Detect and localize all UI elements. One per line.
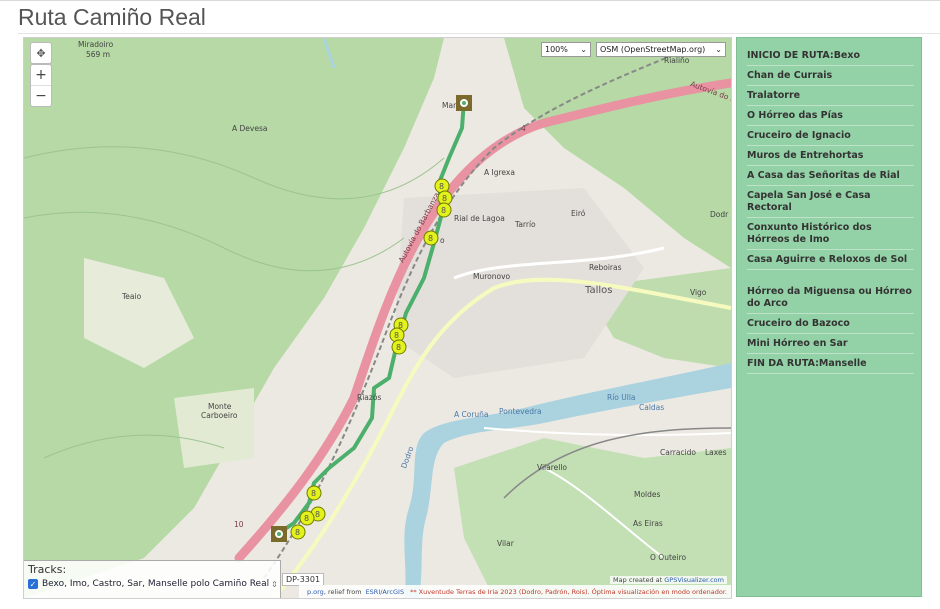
map-view[interactable]: Miradoiro 569 m A Devesa Man Rialiño A I… — [23, 37, 732, 599]
sidebar-item[interactable]: A Casa das Señoritas de Rial — [747, 170, 914, 186]
chevron-down-icon: ⌄ — [580, 45, 587, 54]
route-markers: 8 8 8 8 8 8 8 8 8 8 8 — [271, 95, 472, 542]
sidebar-item[interactable]: Tralatorre — [747, 90, 914, 106]
track-label: Bexo, Imo, Castro, Sar, Manselle polo Ca… — [42, 579, 270, 589]
esri-attribution-link[interactable]: ESRI/ArcGIS — [366, 588, 405, 596]
attribution-credit: ** Xuventude Terras de Iria 2023 (Dodro,… — [410, 587, 727, 596]
svg-text:8: 8 — [315, 510, 320, 519]
zoom-level-select[interactable]: 100% ⌄ — [541, 42, 591, 57]
attribution-text: , relief from — [323, 587, 362, 596]
svg-text:8: 8 — [295, 528, 300, 537]
page-title: Ruta Camiño Real — [18, 4, 206, 30]
pan-control-button[interactable]: ✥ — [30, 42, 52, 64]
poi-marker: 8 — [306, 485, 322, 501]
sidebar-item-end[interactable]: FIN DA RUTA:Manselle — [747, 358, 914, 374]
checkbox-checked-icon[interactable]: ✓ — [28, 579, 38, 589]
gpsvisualizer-link[interactable]: GPSVisualizer.com — [664, 576, 724, 584]
zoom-level-value: 100% — [545, 45, 568, 54]
sidebar-item[interactable]: Cruceiro de Ignacio — [747, 130, 914, 146]
map-attribution: p.org , relief from ESRI/ArcGIS ** Xuven… — [298, 585, 731, 598]
track-toggle[interactable]: ✓ Bexo, Imo, Castro, Sar, Manselle polo … — [28, 579, 278, 589]
svg-text:8: 8 — [439, 182, 444, 191]
poi-marker: 8 — [391, 339, 407, 355]
map-layer-value: OSM (OpenStreetMap.org) — [600, 45, 706, 54]
map-credit-prefix: Map created at — [613, 576, 663, 584]
poi-marker: 8 — [290, 524, 306, 540]
sidebar-item[interactable]: Capela San José e Casa Rectoral — [747, 190, 914, 218]
zoom-out-button[interactable]: − — [31, 86, 51, 106]
points-of-interest-sidebar: INICIO DE RUTA:Bexo Chan de Currais Tral… — [736, 37, 922, 597]
poi-marker: 8 — [423, 230, 439, 246]
sidebar-item[interactable]: Chan de Currais — [747, 70, 914, 86]
sidebar-item[interactable]: Cruceiro do Bazoco — [747, 318, 914, 334]
svg-text:8: 8 — [428, 234, 433, 243]
svg-text:8: 8 — [304, 514, 309, 523]
top-border — [0, 0, 940, 1]
sidebar-item[interactable]: Conxunto Histórico dos Hórreos de Imo — [747, 222, 914, 250]
sidebar-item-start[interactable]: INICIO DE RUTA:Bexo — [747, 50, 914, 66]
svg-text:8: 8 — [442, 194, 447, 203]
tracks-header: Tracks: — [28, 563, 67, 576]
osm-attribution-link[interactable]: p.org — [307, 588, 324, 596]
svg-text:8: 8 — [311, 489, 316, 498]
svg-text:8: 8 — [394, 331, 399, 340]
sidebar-item[interactable]: Casa Aguirre e Reloxos de Sol — [747, 254, 914, 270]
map-layer-select[interactable]: OSM (OpenStreetMap.org) ⌄ — [596, 42, 726, 57]
pan-icon: ✥ — [36, 46, 46, 60]
sidebar-item[interactable]: Muros de Entrehortas — [747, 150, 914, 166]
poi-marker: 8 — [299, 510, 315, 526]
map-credit: Map created at GPSVisualizer.com — [610, 576, 727, 584]
expand-icon[interactable]: ⇕ — [271, 580, 278, 589]
chevron-down-icon: ⌄ — [715, 45, 722, 54]
zoom-in-button[interactable]: + — [31, 65, 51, 86]
title-divider — [18, 33, 940, 34]
zoom-control: + − — [30, 64, 52, 107]
poi-marker: 8 — [436, 202, 452, 218]
sidebar-item[interactable]: O Hórreo das Pías — [747, 110, 914, 126]
svg-text:8: 8 — [396, 343, 401, 352]
svg-text:8: 8 — [441, 206, 446, 215]
end-marker — [271, 526, 287, 542]
sidebar-item[interactable]: Hórreo da Miguensa ou Hórreo do Arco — [747, 286, 914, 314]
tracks-panel: Tracks: ✓ Bexo, Imo, Castro, Sar, Mansel… — [24, 560, 281, 598]
start-marker — [456, 95, 472, 111]
sidebar-item[interactable]: Mini Hórreo en Sar — [747, 338, 914, 354]
